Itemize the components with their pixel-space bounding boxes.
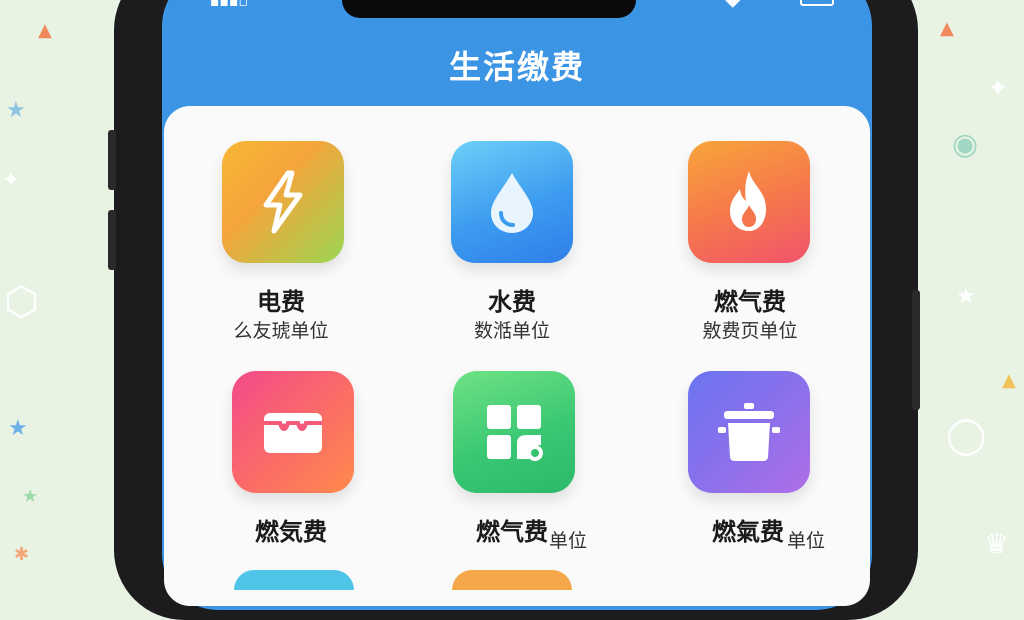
background-hexagon-icon: ⬡ bbox=[4, 279, 39, 325]
background-star-icon: ▲ bbox=[38, 20, 52, 41]
service-name: 电费 bbox=[257, 288, 305, 316]
flame-icon bbox=[730, 171, 766, 231]
background-star-icon: ★ bbox=[22, 486, 39, 507]
grid-window-icon bbox=[487, 405, 543, 461]
service-subtitle: 数湉单位 bbox=[473, 320, 550, 342]
background-star-icon: ★ bbox=[956, 284, 976, 309]
background-star-icon: ★ bbox=[6, 98, 26, 123]
lightning-bolt-icon bbox=[263, 170, 303, 234]
service-subtitle: 单位 bbox=[548, 530, 587, 552]
wifi-icon: ◥◤ bbox=[722, 0, 744, 10]
wallet-service-tile[interactable] bbox=[232, 371, 354, 493]
service-name: 水费 bbox=[488, 288, 536, 316]
service-subtitle: 单位 bbox=[786, 530, 825, 552]
utility-service-tile[interactable] bbox=[688, 371, 810, 493]
background-star-icon: ★ bbox=[8, 416, 28, 441]
electricity-service-tile[interactable] bbox=[222, 141, 344, 263]
gas-service-tile[interactable] bbox=[688, 141, 810, 263]
background-star-icon: ▲ bbox=[940, 18, 954, 39]
background-crown-icon: ♛ bbox=[984, 527, 1010, 560]
battery-icon bbox=[800, 0, 834, 6]
background-ring-icon: ◯ bbox=[946, 415, 987, 456]
service-name: 燃气费 bbox=[714, 288, 786, 316]
phone-notch bbox=[342, 0, 636, 18]
background-star-icon: ✦ bbox=[988, 74, 1009, 102]
background-star-icon: ✱ bbox=[14, 544, 30, 565]
next-row-tile[interactable] bbox=[234, 570, 354, 590]
phone-side-button bbox=[108, 130, 116, 190]
cooking-pot-icon bbox=[718, 403, 780, 461]
background-star-icon: ▲ bbox=[1002, 370, 1016, 391]
phone-side-button bbox=[108, 210, 116, 270]
service-subtitle: 敫费页单位 bbox=[702, 320, 798, 342]
page-title: 生活缴费 bbox=[448, 48, 585, 86]
background-star-icon: ✦ bbox=[2, 168, 21, 193]
service-subtitle: 么友琥单位 bbox=[233, 320, 329, 342]
phone-side-button bbox=[912, 290, 920, 410]
service-name: 燃気费 bbox=[255, 518, 327, 546]
signal-icon: ▪▪▪▫ bbox=[210, 0, 248, 10]
card-holder-icon bbox=[264, 413, 322, 453]
next-row-tile[interactable] bbox=[452, 570, 572, 590]
water-drop-icon bbox=[491, 173, 533, 233]
water-service-tile[interactable] bbox=[451, 141, 573, 263]
background-drop-icon: ◉ bbox=[952, 127, 979, 162]
property-service-tile[interactable] bbox=[453, 371, 575, 493]
